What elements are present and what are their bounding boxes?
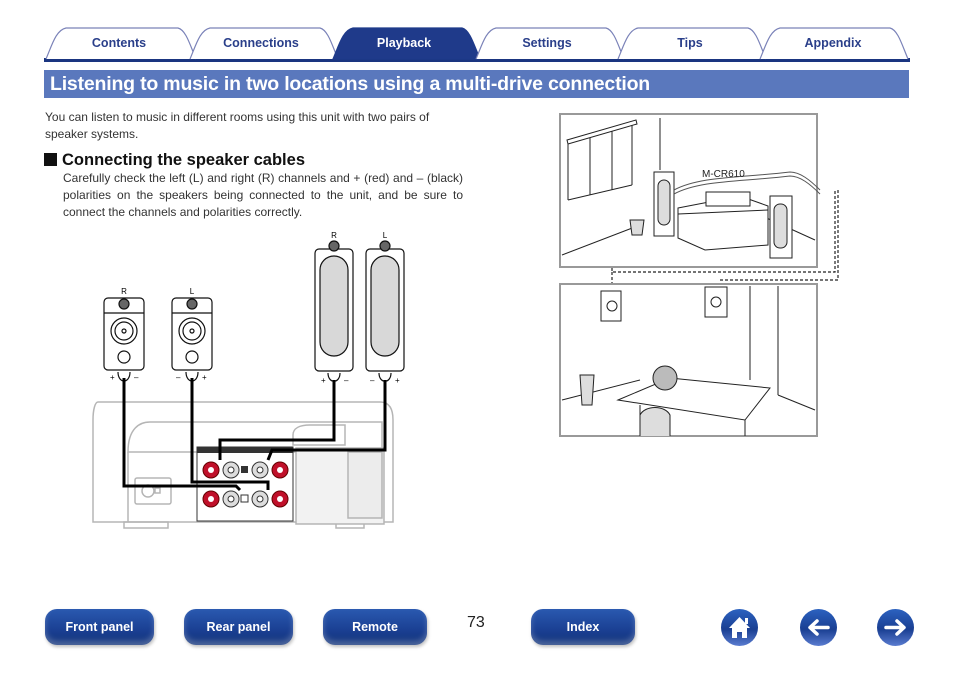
rear-panel-button[interactable]: Rear panel: [184, 609, 293, 645]
unit-label: M-CR610: [702, 169, 745, 180]
back-button[interactable]: [800, 609, 837, 646]
forward-arrow-icon: [884, 619, 906, 636]
index-button[interactable]: Index: [531, 609, 635, 645]
living-room-panel: M-CR610: [559, 113, 839, 290]
back-arrow-icon: [808, 619, 830, 636]
forward-button[interactable]: [877, 609, 914, 646]
home-icon: [729, 617, 750, 638]
front-panel-button[interactable]: Front panel: [45, 609, 154, 645]
study-room-panel: [559, 283, 818, 437]
room-illustration: M-CR610: [559, 113, 839, 437]
remote-button[interactable]: Remote: [323, 609, 427, 645]
page-number: 73: [467, 614, 485, 631]
home-button[interactable]: [721, 609, 758, 646]
